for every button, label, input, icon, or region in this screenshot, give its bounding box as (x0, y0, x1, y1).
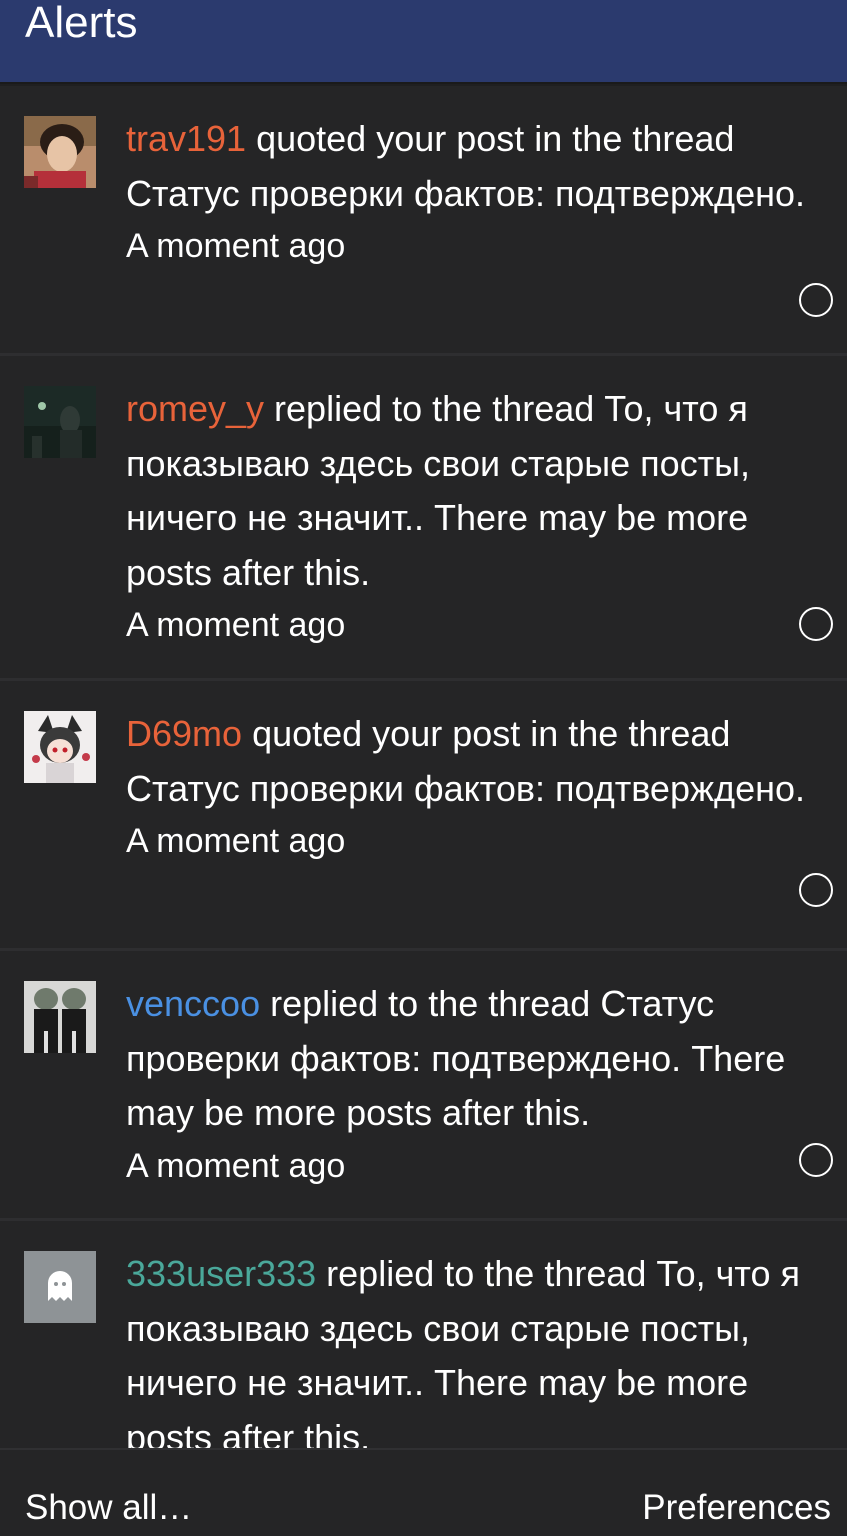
alert-item[interactable]: 333user333 replied to the thread То, что… (0, 1221, 847, 1448)
alert-item[interactable]: venccoo replied to the thread Статус про… (0, 951, 847, 1221)
avatar[interactable] (24, 981, 96, 1053)
preferences-link[interactable]: Preferences (642, 1486, 831, 1530)
username-link[interactable]: trav191 (126, 118, 246, 159)
mark-read-toggle[interactable] (799, 1143, 833, 1177)
alert-text: venccoo replied to the thread Статус про… (126, 977, 836, 1191)
alert-time: A moment ago (126, 606, 346, 644)
avatar[interactable] (24, 386, 96, 458)
mark-read-toggle[interactable] (799, 283, 833, 317)
ghost-icon (24, 1251, 96, 1323)
mark-read-toggle[interactable] (799, 873, 833, 907)
alert-text: trav191 quoted your post in the thread С… (126, 112, 836, 271)
alert-time: A moment ago (126, 1146, 346, 1185)
username-link[interactable]: romey_y (126, 388, 264, 429)
mark-read-toggle[interactable] (799, 607, 833, 641)
alert-text: 333user333 replied to the thread То, что… (126, 1247, 836, 1448)
alerts-list[interactable]: trav191 quoted your post in the thread С… (0, 86, 847, 1448)
avatar[interactable] (24, 711, 96, 783)
alert-text: romey_y replied to the thread То, что я … (126, 382, 836, 650)
alert-item[interactable]: trav191 quoted your post in the thread С… (0, 86, 847, 356)
alert-item[interactable]: romey_y replied to the thread То, что я … (0, 356, 847, 681)
avatar[interactable] (24, 1251, 96, 1323)
show-all-link[interactable]: Show all… (25, 1486, 192, 1530)
avatar[interactable] (24, 116, 96, 188)
alerts-header: Alerts (0, 0, 847, 84)
alert-time: A moment ago (126, 822, 346, 860)
alert-text: D69mo quoted your post in the thread Ста… (126, 707, 836, 866)
username-link[interactable]: D69mo (126, 713, 242, 754)
alert-item[interactable]: D69mo quoted your post in the thread Ста… (0, 681, 847, 951)
alert-time: A moment ago (126, 227, 346, 265)
username-link[interactable]: venccoo (126, 983, 260, 1024)
alerts-footer: Show all… Preferences (0, 1448, 847, 1536)
username-link[interactable]: 333user333 (126, 1253, 316, 1294)
page-title: Alerts (25, 0, 138, 47)
